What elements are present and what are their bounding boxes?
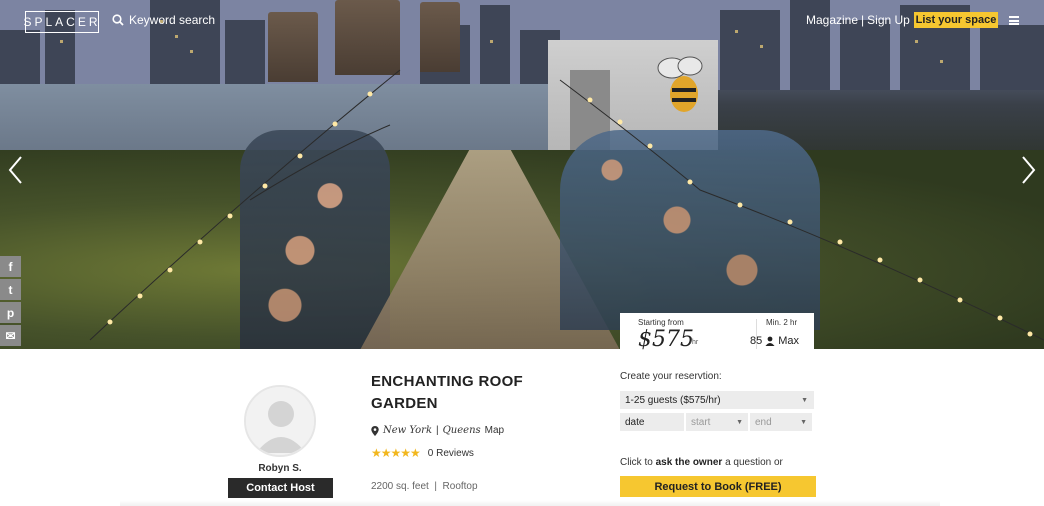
keyword-search[interactable]: Keyword search — [112, 13, 215, 27]
guests-select[interactable]: 1-25 guests ($575/hr) ▼ — [620, 391, 814, 409]
city-link[interactable]: New York — [383, 425, 432, 436]
person-icon — [765, 336, 775, 346]
dropdown-caret-icon: ▼ — [736, 418, 743, 426]
guests-select-value: 1-25 guests ($575/hr) — [625, 394, 721, 406]
hero-image — [0, 0, 1044, 349]
menu-icon[interactable] — [1009, 16, 1019, 25]
request-to-book-button[interactable]: Request to Book (FREE) — [620, 476, 816, 497]
string-lights — [89, 69, 1044, 341]
search-input-placeholder[interactable]: Keyword search — [129, 13, 215, 27]
hourly-price: $575 — [638, 327, 694, 352]
signup-link[interactable]: Sign Up — [867, 13, 910, 27]
listing-location: New York | Queens Map — [371, 425, 504, 436]
location-pin-icon — [371, 425, 379, 436]
social-share-bar: f t p ✉ — [0, 256, 22, 346]
listing-title: ENCHANTING ROOF GARDEN — [371, 373, 523, 412]
date-time-row: date start ▼ end ▼ — [620, 413, 814, 431]
start-time-select[interactable]: start ▼ — [686, 413, 748, 431]
location-divider: | — [436, 425, 439, 436]
max-label: Max — [778, 335, 800, 347]
borough-link[interactable]: Queens — [443, 425, 481, 436]
price-card: Starting from $575 /hr Min. 2 hr 85 Max — [620, 313, 814, 353]
star-rating-icon: ★★★★★ — [371, 446, 421, 460]
list-your-space-button[interactable]: List your space — [914, 12, 998, 28]
starting-from-label: Starting from — [638, 318, 684, 327]
listing-rating: ★★★★★ 0 Reviews — [371, 446, 474, 460]
max-guests: 85 Max — [750, 335, 799, 347]
map-link[interactable]: Map — [485, 425, 504, 436]
max-guests-count: 85 — [750, 335, 763, 347]
listing-details: 2200 sq. feet | Rooftop — [371, 481, 478, 492]
review-count-link[interactable]: 0 Reviews — [428, 448, 474, 459]
dropdown-caret-icon: ▼ — [801, 396, 808, 404]
footer-shadow — [120, 500, 940, 506]
minimum-hours: Min. 2 hr — [766, 318, 798, 327]
magazine-link[interactable]: Magazine — [806, 13, 858, 27]
site-logo[interactable]: SPLACER — [23, 11, 99, 33]
top-nav-links: Magazine | Sign Up — [806, 13, 910, 27]
end-time-select[interactable]: end ▼ — [750, 413, 812, 431]
next-image-arrow-icon[interactable] — [1019, 155, 1037, 185]
ask-owner-link[interactable]: ask the owner — [656, 457, 723, 468]
ask-owner-text: Click to ask the owner a question or — [620, 457, 783, 468]
reservation-heading: Create your reservtion: — [620, 371, 722, 382]
twitter-icon[interactable]: t — [0, 279, 21, 300]
email-icon[interactable]: ✉ — [0, 325, 21, 346]
dropdown-caret-icon: ▼ — [800, 418, 807, 426]
pinterest-icon[interactable]: p — [0, 302, 21, 323]
nav-separator: | — [861, 13, 865, 27]
price-unit: /hr — [690, 339, 699, 346]
host-avatar — [244, 385, 316, 457]
date-input[interactable]: date — [620, 413, 684, 431]
search-icon — [112, 14, 124, 26]
default-avatar-icon — [246, 387, 314, 455]
facebook-icon[interactable]: f — [0, 256, 21, 277]
host-name: Robyn S. — [258, 463, 302, 474]
contact-host-button[interactable]: Contact Host — [228, 478, 333, 498]
prev-image-arrow-icon[interactable] — [7, 155, 25, 185]
